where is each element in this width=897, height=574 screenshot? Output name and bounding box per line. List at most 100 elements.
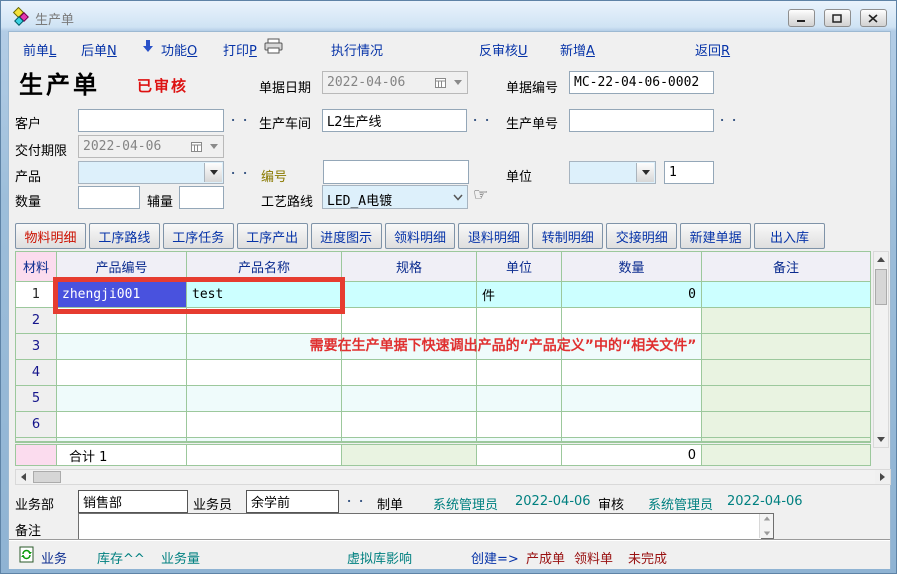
code-field[interactable] [323,160,469,184]
tab-new-document[interactable]: 新建单据 [680,223,751,249]
toolbar-print-button[interactable]: 打印P [223,40,257,59]
grid-horizontal-scrollbar[interactable] [15,469,891,485]
toolbar-add-button[interactable]: 新增A [560,40,595,59]
scroll-down-icon[interactable] [763,532,769,536]
scroll-right-icon[interactable] [875,470,890,484]
chevron-down-icon[interactable] [449,187,466,207]
spec-cell[interactable] [342,308,477,334]
qty-field[interactable] [78,186,140,209]
scroll-down-icon[interactable] [874,432,888,447]
unit-cell[interactable] [477,360,562,386]
order-no-field[interactable] [569,109,714,132]
salesperson-browse-button[interactable]: . . [347,492,365,505]
unit-cell[interactable]: 件 [477,282,562,308]
toolbar-exec-status-button[interactable]: 执行情况 [331,40,383,59]
row-number-cell[interactable]: 3 [16,334,57,360]
row-number-cell[interactable]: 1 [16,282,57,308]
statusbar-virtual-stock-link[interactable]: 虚拟库影响 [347,548,412,567]
refresh-doc-icon[interactable] [19,546,34,567]
workshop-browse-button[interactable]: . . [473,111,491,124]
scrollbar-thumb[interactable] [33,471,61,483]
product-code-cell[interactable] [57,412,187,438]
chevron-down-icon[interactable] [449,73,466,92]
printer-icon[interactable] [264,38,284,58]
product-combo[interactable] [78,161,224,184]
chevron-down-icon[interactable] [636,163,654,182]
doc-no-field[interactable] [569,71,714,94]
chevron-down-icon[interactable] [205,137,222,156]
product-name-cell[interactable] [187,360,342,386]
tab-handover-detail[interactable]: 交接明细 [606,223,677,249]
row-number-cell[interactable]: 5 [16,386,57,412]
toolbar-return-button[interactable]: 返回R [695,40,730,59]
statusbar-material-doc-link[interactable]: 领料单 [574,548,613,567]
scroll-up-icon[interactable] [874,252,888,267]
customer-field[interactable] [78,109,224,132]
row-number-cell[interactable]: 4 [16,360,57,386]
unit-combo[interactable] [569,161,656,184]
spec-cell[interactable] [342,282,477,308]
note-cell[interactable] [702,412,870,438]
spec-cell[interactable] [342,412,477,438]
workshop-field[interactable] [322,109,467,132]
unit-cell[interactable] [477,308,562,334]
aux-qty-field[interactable] [179,186,224,209]
tab-material-detail[interactable]: 物料明细 [15,223,86,249]
tab-process-output[interactable]: 工序产出 [237,223,308,249]
row-number-cell[interactable]: 6 [16,412,57,438]
maximize-button[interactable] [824,9,851,27]
unit-cell[interactable] [477,386,562,412]
statusbar-volume-tab[interactable]: 业务量 [161,548,200,567]
chevron-down-icon[interactable] [204,163,222,182]
order-no-browse-button[interactable]: . . [720,111,738,124]
row-number-cell[interactable]: 2 [16,308,57,334]
product-browse-button[interactable]: . . [231,164,249,177]
qty-cell[interactable] [562,386,702,412]
delivery-date-picker[interactable]: 2022-04-06 [78,135,224,158]
product-name-cell[interactable] [187,412,342,438]
salesperson-field[interactable] [246,490,339,513]
note-field[interactable] [79,514,761,542]
qty-cell[interactable] [562,360,702,386]
toolbar-unaudit-button[interactable]: 反审核U [479,40,528,59]
tab-picking-detail[interactable]: 领料明细 [385,223,456,249]
qty-cell[interactable] [562,412,702,438]
tab-process-route[interactable]: 工序路线 [89,223,160,249]
product-code-cell[interactable] [57,386,187,412]
note-cell[interactable] [702,386,870,412]
unit-factor-field[interactable] [664,161,714,184]
dept-field[interactable] [78,490,188,513]
tab-transfer-detail[interactable]: 转制明细 [532,223,603,249]
doc-date-picker[interactable]: 2022-04-06 [322,71,468,94]
grid-vertical-scrollbar[interactable] [873,251,889,448]
spec-cell[interactable] [342,360,477,386]
product-code-cell[interactable] [57,360,187,386]
toolbar-prev-button[interactable]: 前单L [23,40,56,59]
scroll-left-icon[interactable] [16,470,31,484]
pointer-hand-icon[interactable]: ☞ [473,185,488,205]
note-cell[interactable] [702,282,870,308]
close-button[interactable] [860,9,887,27]
tab-process-task[interactable]: 工序任务 [163,223,234,249]
statusbar-product-doc-link[interactable]: 产成单 [526,548,565,567]
qty-cell[interactable] [562,308,702,334]
unit-cell[interactable] [477,412,562,438]
tab-progress-chart[interactable]: 进度图示 [311,223,382,249]
product-code-cell[interactable] [57,334,187,360]
qty-cell[interactable]: 0 [562,282,702,308]
note-cell[interactable] [702,360,870,386]
toolbar-function-button[interactable]: 功能O [161,40,197,59]
tab-in-out-stock[interactable]: 出入库 [754,223,825,249]
tab-return-detail[interactable]: 退料明细 [458,223,529,249]
statusbar-stock-tab[interactable]: 库存^^ [97,548,145,567]
note-scroll-control[interactable] [759,514,773,538]
note-cell[interactable] [702,308,870,334]
route-combo[interactable]: LED_A电镀 [322,185,468,209]
spec-cell[interactable] [342,386,477,412]
toolbar-next-button[interactable]: 后单N [81,40,117,59]
scrollbar-thumb[interactable] [875,269,887,305]
product-name-cell[interactable] [187,386,342,412]
customer-browse-button[interactable]: . . [231,111,249,124]
scroll-up-icon[interactable] [763,517,769,521]
minimize-button[interactable] [788,9,815,27]
